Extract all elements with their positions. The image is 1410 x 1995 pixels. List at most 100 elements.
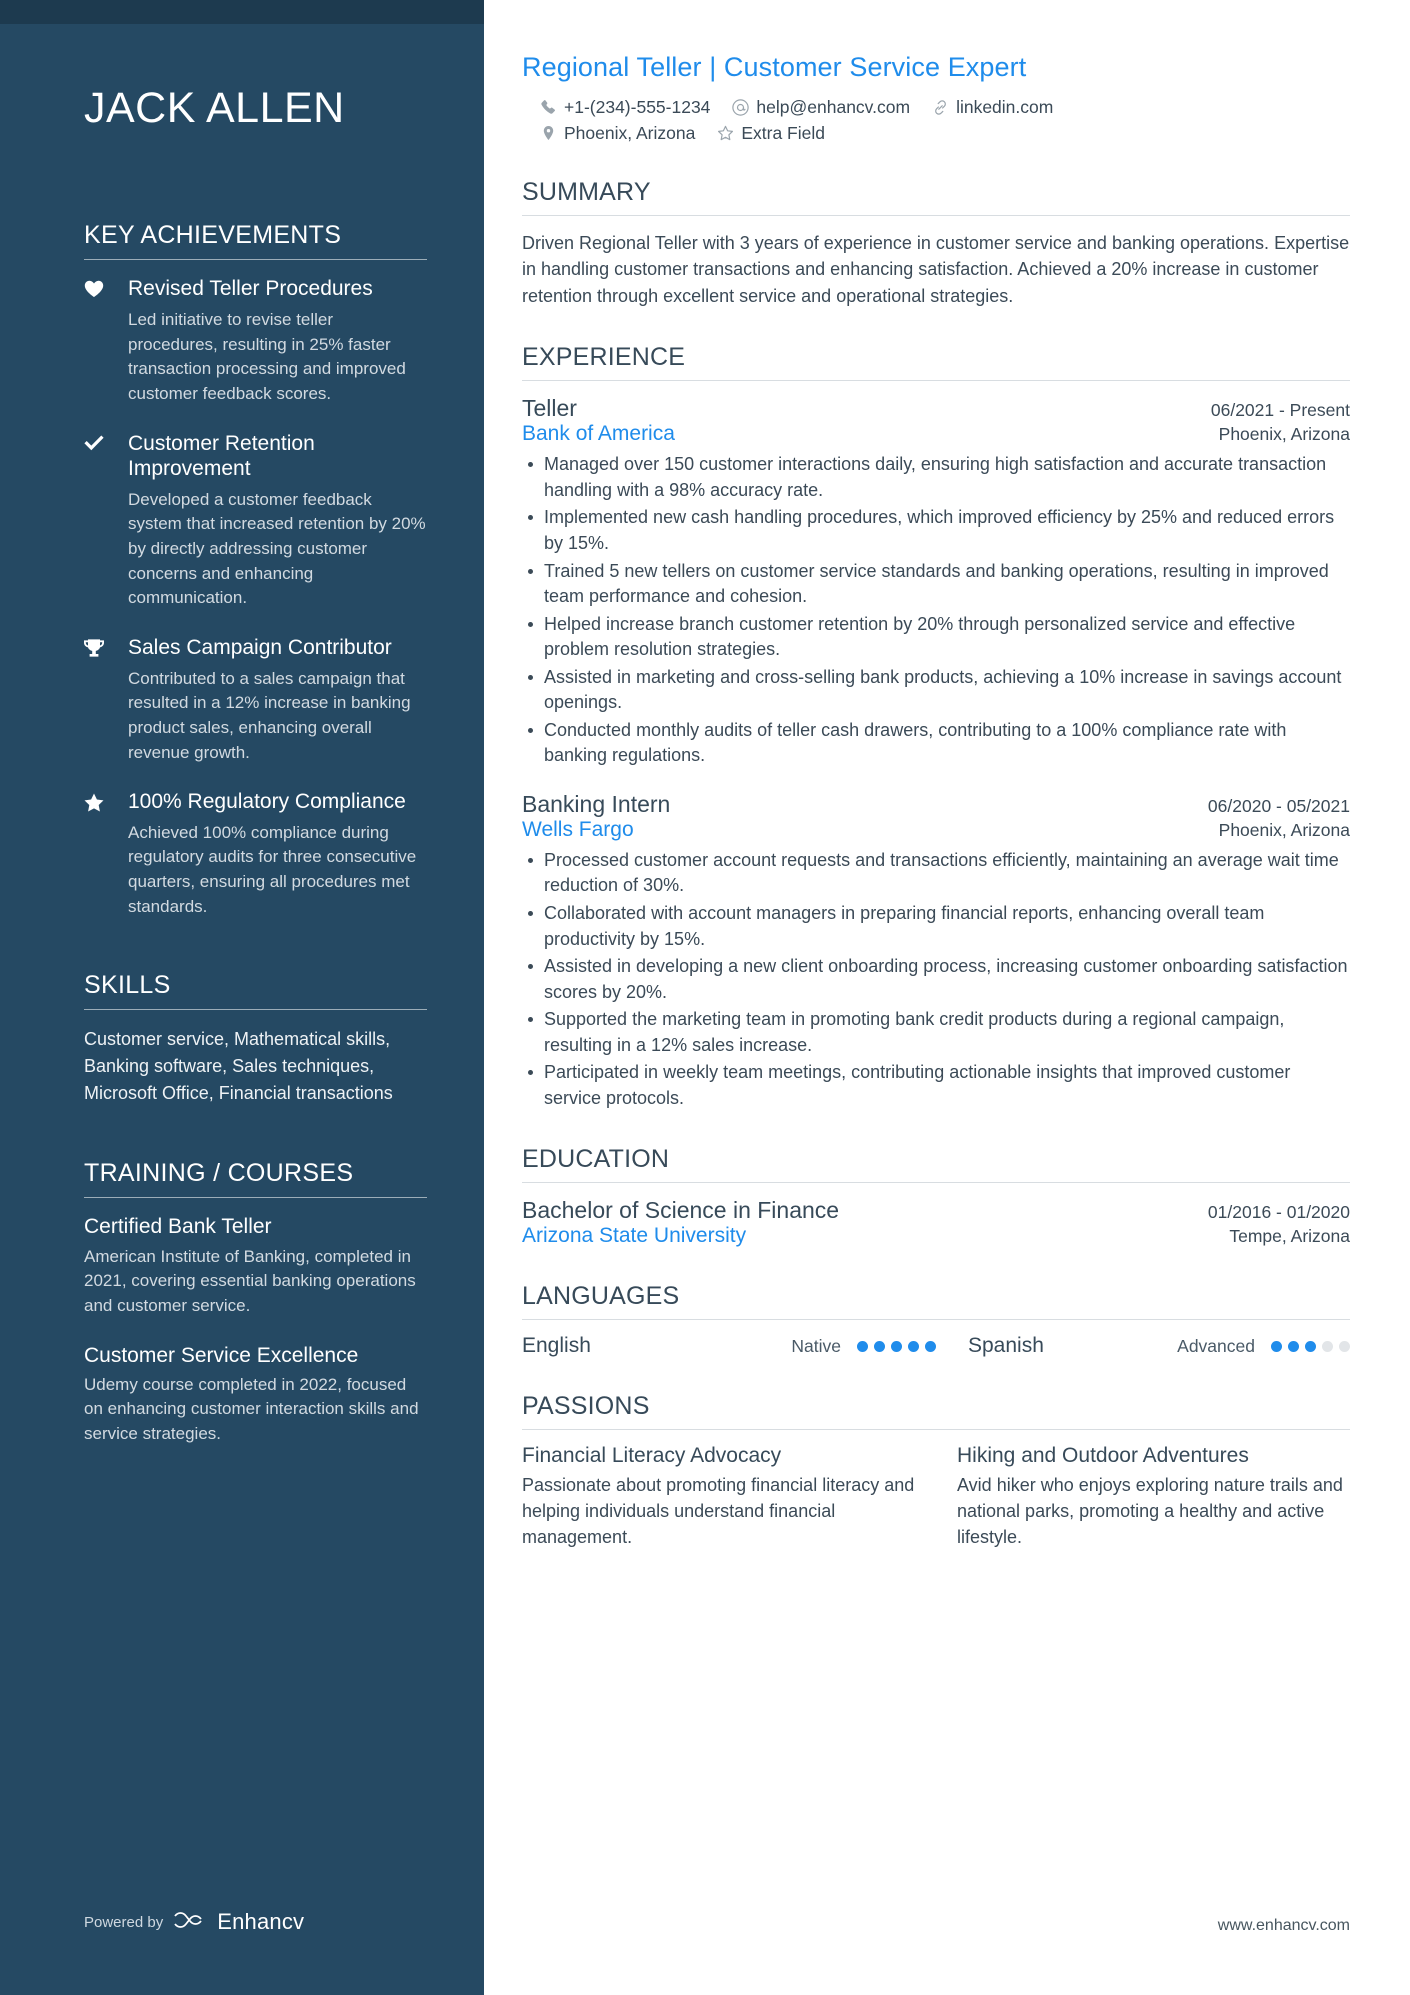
summary-text: Driven Regional Teller with 3 years of e… xyxy=(522,233,1350,306)
course-description: American Institute of Banking, completed… xyxy=(84,1246,416,1315)
rating-dot xyxy=(1288,1340,1299,1352)
employer-name[interactable]: Wells Fargo xyxy=(522,818,634,842)
language-rating-dots xyxy=(857,1340,936,1352)
languages-section: LANGUAGES English Native Spanish Advance… xyxy=(522,1282,1350,1358)
course-description: Udemy course completed in 2022, focused … xyxy=(84,1374,419,1444)
candidate-name: JACK ALLEN xyxy=(84,84,345,132)
powered-by-label: Powered by xyxy=(84,1913,164,1931)
contact-linkedin[interactable]: linkedin.com xyxy=(932,97,1053,118)
sidebar-top-band xyxy=(0,0,484,24)
bullet: Processed customer account requests and … xyxy=(522,848,1350,899)
key-achievements-heading: KEY ACHIEVEMENTS xyxy=(84,221,342,250)
rating-dot xyxy=(925,1340,936,1352)
job-bullets: Managed over 150 customer interactions d… xyxy=(522,452,1350,769)
school-name[interactable]: Arizona State University xyxy=(522,1224,746,1248)
passion-item: Financial Literacy Advocacy Passionate a… xyxy=(522,1444,915,1551)
achievement-title: Customer Retention Improvement xyxy=(128,431,315,481)
education-section: EDUCATION Bachelor of Science in Finance… xyxy=(522,1145,1350,1248)
contact-text: help@enhancv.com xyxy=(756,97,911,117)
job-location: Phoenix, Arizona xyxy=(1218,819,1350,840)
experience-heading: EXPERIENCE xyxy=(522,343,686,372)
school-location: Tempe, Arizona xyxy=(1229,1226,1350,1247)
job-location: Phoenix, Arizona xyxy=(1218,424,1350,445)
bullet: Collaborated with account managers in pr… xyxy=(522,901,1350,952)
course-item: Certified Bank Teller American Institute… xyxy=(84,1214,427,1318)
divider xyxy=(84,1009,427,1011)
contact-extra-field[interactable]: Extra Field xyxy=(717,123,825,144)
course-title: Customer Service Excellence xyxy=(84,1343,359,1367)
job-bullets: Processed customer account requests and … xyxy=(522,848,1350,1111)
contact-email[interactable]: help@enhancv.com xyxy=(732,97,910,118)
degree-date: 01/2016 - 01/2020 xyxy=(1207,1202,1350,1223)
training-heading: TRAINING / COURSES xyxy=(84,1159,354,1188)
achievement-description: Contributed to a sales campaign that res… xyxy=(128,668,411,762)
bullet: Assisted in developing a new client onbo… xyxy=(522,954,1350,1005)
job-title: Banking Intern xyxy=(522,790,671,817)
bullet: Helped increase branch customer retentio… xyxy=(522,612,1350,663)
experience-entry: Teller 06/2021 - Present Bank of America… xyxy=(522,395,1350,769)
bullet: Managed over 150 customer interactions d… xyxy=(522,452,1350,503)
language-name: English xyxy=(522,1334,591,1358)
sidebar: JACK ALLEN KEY ACHIEVEMENTS Revised Tell… xyxy=(0,0,484,1995)
contact-location[interactable]: Phoenix, Arizona xyxy=(540,123,695,144)
passion-title: Hiking and Outdoor Adventures xyxy=(957,1444,1249,1468)
experience-section: EXPERIENCE Teller 06/2021 - Present Bank… xyxy=(522,343,1350,1111)
brand-name: Enhancv xyxy=(217,1909,305,1934)
contact-list: +1-(234)-555-1234 help@enhancv.com linke… xyxy=(540,97,1140,144)
trophy-icon xyxy=(84,635,128,765)
contact-phone[interactable]: +1-(234)-555-1234 xyxy=(540,97,710,118)
job-date: 06/2021 - Present xyxy=(1210,400,1350,421)
phone-icon xyxy=(540,99,557,116)
language-level: Advanced xyxy=(1177,1335,1255,1356)
rating-dot xyxy=(1305,1340,1316,1352)
skills-section: SKILLS Customer service, Mathematical sk… xyxy=(84,971,427,1107)
rating-dot xyxy=(1339,1340,1350,1352)
passion-description: Passionate about promoting financial lit… xyxy=(522,1475,915,1548)
summary-section: SUMMARY Driven Regional Teller with 3 ye… xyxy=(522,178,1350,309)
star-icon xyxy=(84,789,128,919)
course-title: Certified Bank Teller xyxy=(84,1215,272,1239)
education-entry: Bachelor of Science in Finance 01/2016 -… xyxy=(522,1197,1350,1248)
education-heading: EDUCATION xyxy=(522,1145,670,1174)
language-item: Spanish Advanced xyxy=(936,1334,1350,1358)
experience-entry: Banking Intern 06/2020 - 05/2021 Wells F… xyxy=(522,791,1350,1111)
resume-page: JACK ALLEN KEY ACHIEVEMENTS Revised Tell… xyxy=(0,0,1410,1995)
skills-heading: SKILLS xyxy=(84,971,171,1000)
bullet: Trained 5 new tellers on customer servic… xyxy=(522,559,1350,610)
achievement-item: Customer Retention Improvement Developed… xyxy=(84,431,427,611)
headline: Regional Teller | Customer Service Exper… xyxy=(522,52,1027,82)
bullet: Participated in weekly team meetings, co… xyxy=(522,1060,1350,1111)
bullet: Assisted in marketing and cross-selling … xyxy=(522,665,1350,716)
languages-heading: LANGUAGES xyxy=(522,1282,680,1311)
passion-title: Financial Literacy Advocacy xyxy=(522,1444,782,1468)
employer-name[interactable]: Bank of America xyxy=(522,422,675,446)
footer-url[interactable]: www.enhancv.com xyxy=(1218,1917,1350,1935)
language-item: English Native xyxy=(522,1334,936,1358)
achievement-item: 100% Regulatory Compliance Achieved 100%… xyxy=(84,789,427,919)
passions-list: Financial Literacy Advocacy Passionate a… xyxy=(522,1444,1350,1551)
course-item: Customer Service Excellence Udemy course… xyxy=(84,1343,427,1447)
achievement-item: Sales Campaign Contributor Contributed t… xyxy=(84,635,427,765)
main-column: Regional Teller | Customer Service Exper… xyxy=(484,0,1410,1995)
rating-dot xyxy=(1271,1340,1282,1352)
languages-row: English Native Spanish Advanced xyxy=(522,1334,1350,1358)
sidebar-footer: Powered by Enhancv xyxy=(84,1909,304,1935)
rating-dot xyxy=(891,1340,902,1352)
passion-description: Avid hiker who enjoys exploring nature t… xyxy=(957,1475,1343,1548)
passion-item: Hiking and Outdoor Adventures Avid hiker… xyxy=(957,1444,1350,1551)
contact-text: Phoenix, Arizona xyxy=(564,123,696,143)
achievement-title: 100% Regulatory Compliance xyxy=(128,790,406,814)
achievement-description: Led initiative to revise teller procedur… xyxy=(128,310,406,403)
achievement-description: Developed a customer feedback system tha… xyxy=(128,489,426,608)
language-rating-dots xyxy=(1271,1340,1350,1352)
achievement-item: Revised Teller Procedures Led initiative… xyxy=(84,276,427,406)
email-icon xyxy=(732,99,750,116)
job-date: 06/2020 - 05/2021 xyxy=(1207,795,1350,816)
bullet: Conducted monthly audits of teller cash … xyxy=(522,718,1350,769)
degree-title: Bachelor of Science in Finance xyxy=(522,1197,840,1224)
rating-dot xyxy=(874,1340,885,1352)
divider xyxy=(522,1319,1350,1321)
achievement-title: Sales Campaign Contributor xyxy=(128,636,392,660)
bullet: Implemented new cash handling procedures… xyxy=(522,505,1350,556)
training-courses-section: TRAINING / COURSES Certified Bank Teller… xyxy=(84,1159,427,1446)
